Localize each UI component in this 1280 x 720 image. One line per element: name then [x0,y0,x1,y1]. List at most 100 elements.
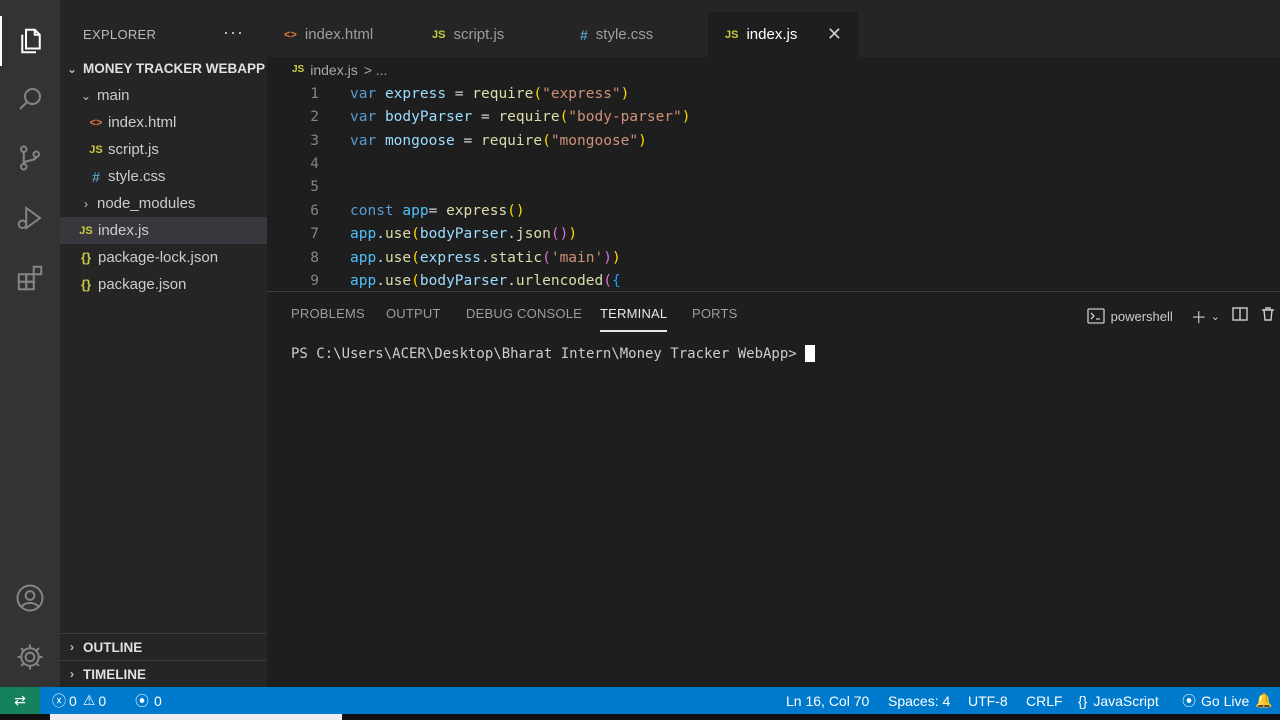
new-terminal-icon[interactable]: ＋ [1191,304,1207,328]
indentation[interactable]: Spaces: 4 [888,687,950,714]
code-line: 3 var mongoose = require("mongoose") [267,129,647,152]
bottom-strip [0,714,1280,720]
tab-ports[interactable]: PORTS [692,306,738,321]
css-file-icon: # [92,168,100,185]
go-live-label: Go Live [1201,692,1250,709]
tree-item-package-lock-json[interactable]: {} package-lock.json [60,244,267,271]
code-line: 7 app.use(bodyParser.json()) [267,222,577,245]
chevron-down-icon: ⌄ [80,88,92,103]
breadcrumb-file[interactable]: index.js [310,62,357,78]
account-icon[interactable] [0,573,60,623]
braces-icon: {} [1078,692,1088,709]
code-line: 9 app.use(bodyParser.urlencoded({ [267,269,620,290]
project-folder[interactable]: ⌄ MONEY TRACKER WEBAPP [60,55,267,82]
tab-debug-console[interactable]: DEBUG CONSOLE [466,306,582,321]
tab-style-css[interactable]: # style.css [563,12,708,57]
js-file-icon: JS [432,28,446,41]
error-count: 0 [69,692,77,709]
chevron-down-icon: ⌄ [66,61,78,76]
search-icon[interactable] [0,74,60,124]
tree-item-label: script.js [108,141,159,158]
tree-item-package-json[interactable]: {} package.json [60,271,267,298]
tab-script-js[interactable]: JS script.js [415,12,560,57]
cursor-position[interactable]: Ln 16, Col 70 [786,687,869,714]
code-line: 4 [267,152,319,175]
js-file-icon: JS [725,28,739,41]
tab-problems[interactable]: PROBLEMS [291,306,365,321]
chevron-right-icon: › [84,196,88,211]
line-number: 1 [310,85,319,102]
go-live-button[interactable]: ⦿ Go Live [1182,687,1249,714]
notifications-icon[interactable]: 🔔 [1255,687,1272,714]
tree-item-script-js[interactable]: JS script.js [60,136,267,163]
broadcast-icon: ⦿ [1182,692,1196,709]
broadcast-icon: ⦿ [135,692,149,709]
css-file-icon: # [580,26,588,43]
tree-item-index-js[interactable]: JS index.js [60,217,267,244]
tree-item-label: index.js [98,222,149,239]
tab-label: index.html [304,26,374,43]
split-terminal-icon[interactable] [1232,306,1248,327]
js-file-icon: JS [89,143,103,156]
error-icon: ⓧ [52,692,66,709]
json-file-icon: {} [80,250,92,265]
js-file-icon: JS [292,64,305,75]
tree-item-label: node_modules [97,195,196,212]
tab-index-html[interactable]: <> index.html [267,12,412,57]
tab-label: index.js [746,26,798,43]
editor-tabbar: <> index.html JS script.js # style.css J… [267,0,1280,57]
terminal-prompt: PS C:\Users\ACER\Desktop\Bharat Intern\M… [291,345,797,362]
extensions-icon[interactable] [0,253,60,303]
outline-section[interactable]: › OUTLINE [60,633,267,660]
language-mode[interactable]: {} JavaScript [1078,687,1159,714]
tree-item-node-modules[interactable]: › node_modules [60,190,267,217]
chevron-right-icon: › [70,640,74,654]
tree-item-label: package.json [98,276,187,293]
code-line: 6 const app= express() [267,199,524,222]
ports-count: 0 [154,692,162,709]
terminal-prompt-line[interactable]: PS C:\Users\ACER\Desktop\Bharat Intern\M… [291,345,815,362]
js-file-icon: JS [79,224,93,237]
chevron-right-icon: › [70,667,74,681]
source-control-icon[interactable] [0,133,60,183]
explorer-icon[interactable] [0,16,60,66]
status-bar: ⇄ ⓧ 0 ⚠ 0 ⦿ 0 Ln 16, Col 70 Spaces: 4 UT… [0,687,1280,714]
terminal-cursor [804,345,815,362]
remote-icon[interactable]: ⇄ [0,687,40,714]
close-tab-icon[interactable]: ✕ [827,24,842,45]
code-line: 1 var express = require("express") [267,82,629,105]
tree-item-index-html[interactable]: <> index.html [60,109,267,136]
progress-strip [50,714,342,720]
tree-item-main[interactable]: ⌄ main [60,82,267,109]
trash-icon[interactable] [1260,306,1276,327]
tree-item-style-css[interactable]: # style.css [60,163,267,190]
terminal-icon [1086,308,1105,324]
run-debug-icon[interactable] [0,193,60,243]
terminal-shell-selector[interactable]: powershell [1086,308,1173,324]
tab-index-js[interactable]: JS index.js ✕ [708,12,858,57]
timeline-label: TIMELINE [83,666,146,682]
breadcrumb: JS index.js > ... [267,57,1280,82]
breadcrumb-rest[interactable]: > ... [364,62,388,78]
tab-output[interactable]: OUTPUT [386,306,441,321]
timeline-section[interactable]: › TIMELINE [60,660,267,687]
encoding[interactable]: UTF-8 [968,687,1008,714]
ports-status[interactable]: ⦿ 0 [135,687,162,714]
chevron-down-icon[interactable]: ⌄ [1211,310,1220,323]
json-file-icon: {} [80,277,92,292]
more-actions-icon[interactable]: ··· [223,22,244,43]
settings-gear-icon[interactable] [0,632,60,682]
html-file-icon: <> [284,28,297,41]
activity-bar [0,0,60,687]
line-number: 7 [310,225,319,242]
line-number: 5 [310,178,319,195]
tab-terminal[interactable]: TERMINAL [600,306,668,332]
warning-icon: ⚠ [82,692,96,708]
code-line: 2 var bodyParser = require("body-parser"… [267,105,690,128]
problems-status[interactable]: ⓧ 0 ⚠ 0 [52,687,106,714]
end-of-line[interactable]: CRLF [1026,687,1063,714]
code-editor[interactable]: 1 var express = require("express") 2 var… [267,82,1280,290]
line-number: 2 [310,108,319,125]
panel-actions: powershell ＋ ⌄ [1086,304,1280,328]
bottom-panel: PROBLEMS OUTPUT DEBUG CONSOLE TERMINAL P… [267,291,1280,687]
